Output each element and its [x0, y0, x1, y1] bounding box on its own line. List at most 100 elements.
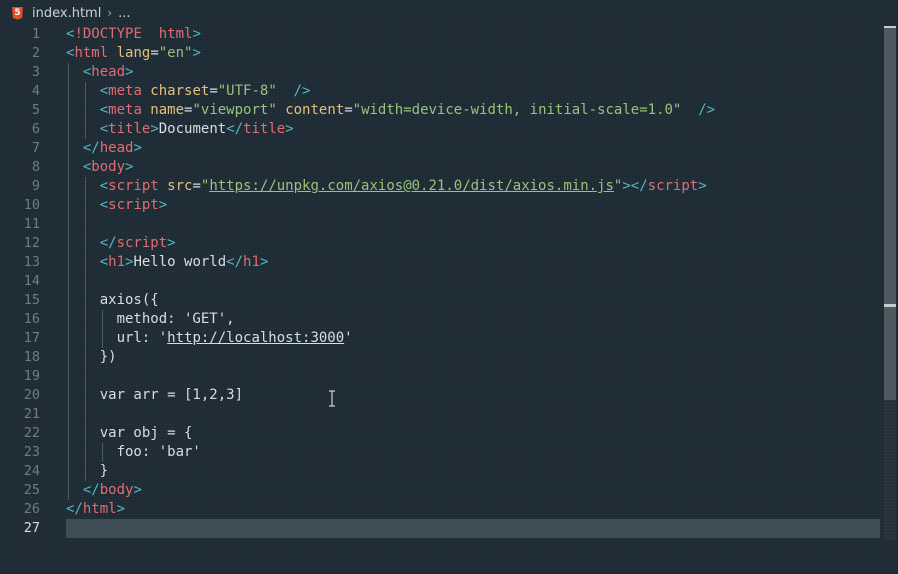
code-line[interactable]: 6 <title>Document</title>: [0, 120, 880, 139]
code-token: foo: 'bar': [66, 444, 201, 460]
code-line[interactable]: 7 </head>: [0, 139, 880, 158]
code-text[interactable]: </script>: [66, 234, 176, 253]
line-number: 11: [23, 216, 40, 232]
breadcrumb-file[interactable]: index.html: [32, 6, 101, 21]
code-line[interactable]: 21: [0, 405, 880, 424]
code-line[interactable]: 4 <meta charset="UTF-8" />: [0, 82, 880, 101]
code-line[interactable]: 14: [0, 272, 880, 291]
vertical-scrollbar[interactable]: [884, 26, 896, 540]
code-line[interactable]: 13 <h1>Hello world</h1>: [0, 253, 880, 272]
code-text[interactable]: </head>: [66, 139, 142, 158]
code-token: >: [158, 197, 168, 213]
code-line[interactable]: 1 <!DOCTYPE html>: [0, 25, 880, 44]
code-token: >: [150, 121, 159, 137]
code-line[interactable]: 5 <meta name="viewport" content="width=d…: [0, 101, 880, 120]
code-token: http://localhost:3000: [167, 330, 345, 346]
line-number: 7: [31, 140, 40, 156]
html5-icon: 5: [12, 6, 23, 20]
code-token: >: [125, 64, 134, 80]
code-text[interactable]: <meta charset="UTF-8" />: [66, 82, 311, 101]
line-number: 13: [23, 254, 40, 270]
code-token: meta: [108, 83, 142, 99]
code-token: !DOCTYPE: [74, 26, 142, 42]
code-text[interactable]: var arr = [1,2,3]: [66, 386, 243, 405]
line-number: 24: [23, 463, 40, 479]
line-number: 15: [23, 292, 40, 308]
code-token: <: [99, 254, 109, 270]
code-token: >: [285, 121, 294, 137]
code-text[interactable]: <body>: [66, 158, 134, 177]
line-number: 9: [31, 178, 40, 194]
line-number: 21: [23, 406, 40, 422]
code-line[interactable]: 3 <head>: [0, 63, 880, 82]
code-editor[interactable]: 1 <!DOCTYPE html> 2 <html lang="en"> 3 <head…: [0, 24, 880, 544]
code-text[interactable]: <h1>Hello world</h1>: [66, 253, 269, 272]
line-number: 4: [31, 83, 40, 99]
code-token: axios({: [66, 292, 159, 308]
code-line[interactable]: 15 axios({: [0, 291, 880, 310]
code-line[interactable]: 26 </html>: [0, 500, 880, 519]
code-line[interactable]: 25 </body>: [0, 481, 880, 500]
code-text[interactable]: foo: 'bar': [66, 443, 201, 462]
code-line[interactable]: 10 <script>: [0, 196, 880, 215]
code-line[interactable]: 16 method: 'GET',: [0, 310, 880, 329]
code-line[interactable]: 18 }): [0, 348, 880, 367]
code-text[interactable]: <script>: [66, 196, 167, 215]
code-line[interactable]: 24 }: [0, 462, 880, 481]
code-token: url: ': [66, 330, 168, 346]
code-line[interactable]: 8 <body>: [0, 158, 880, 177]
code-line[interactable]: 22 var obj = {: [0, 424, 880, 443]
line-number: 16: [23, 311, 40, 327]
code-text[interactable]: }): [66, 348, 117, 367]
code-text[interactable]: <!DOCTYPE html>: [66, 25, 201, 44]
code-token: body: [91, 159, 126, 175]
code-text[interactable]: <meta name="viewport" content="width=dev…: [66, 101, 715, 120]
code-token: h1: [108, 254, 126, 270]
code-token: script: [647, 178, 699, 194]
code-text[interactable]: url: 'http://localhost:3000': [66, 329, 353, 348]
code-line[interactable]: 19: [0, 367, 880, 386]
text-cursor-icon: [329, 390, 335, 407]
code-token: <: [99, 102, 109, 118]
chevron-right-icon: ›: [107, 6, 113, 20]
breadcrumb-more[interactable]: ...: [118, 6, 130, 21]
code-token: title: [108, 121, 151, 137]
indent-guide: [101, 443, 103, 462]
breadcrumb: 5 index.html › ...: [0, 0, 898, 26]
code-line[interactable]: 12 </script>: [0, 234, 880, 253]
line-number: 26: [23, 501, 40, 517]
code-text[interactable]: <html lang="en">: [66, 44, 201, 63]
code-line[interactable]: 27: [0, 519, 880, 538]
code-token: />: [276, 83, 311, 99]
code-token: html: [82, 501, 117, 517]
code-token: >: [133, 482, 142, 498]
code-text[interactable]: <head>: [66, 63, 134, 82]
code-text[interactable]: </html>: [66, 500, 125, 519]
code-token: charset: [141, 83, 210, 99]
code-token: https://unpkg.com/axios@0.21.0/dist/axio…: [209, 178, 614, 194]
line-number: 8: [31, 159, 40, 175]
code-line[interactable]: 11: [0, 215, 880, 234]
line-number: 6: [31, 121, 40, 137]
code-text[interactable]: <script src="https://unpkg.com/axios@0.2…: [66, 177, 707, 196]
code-token: script: [108, 178, 159, 194]
code-text[interactable]: </body>: [66, 481, 142, 500]
code-token: lang: [108, 45, 151, 61]
code-text[interactable]: method: 'GET',: [66, 310, 235, 329]
code-text[interactable]: }: [66, 462, 108, 481]
code-token: var arr = [1,2,3]: [66, 387, 244, 403]
scrollbar-thumb[interactable]: [884, 26, 896, 400]
code-text[interactable]: <title>Document</title>: [66, 120, 294, 139]
code-token: head: [91, 64, 126, 80]
code-line[interactable]: 17 url: 'http://localhost:3000': [0, 329, 880, 348]
code-token: }): [66, 349, 117, 365]
code-token: src: [158, 178, 193, 194]
code-line[interactable]: 2 <html lang="en">: [0, 44, 880, 63]
code-line[interactable]: 20 var arr = [1,2,3]: [0, 386, 880, 405]
code-text[interactable]: axios({: [66, 291, 159, 310]
code-line[interactable]: 9 <script src="https://unpkg.com/axios@0…: [0, 177, 880, 196]
code-line[interactable]: 23 foo: 'bar': [0, 443, 880, 462]
